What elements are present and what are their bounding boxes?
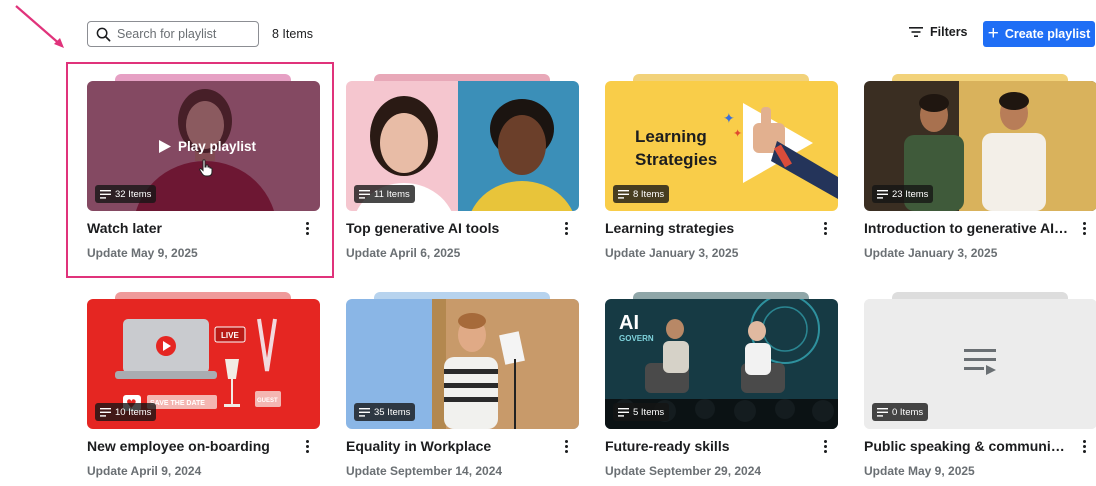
playlist-title[interactable]: New employee on-boarding [87,438,292,454]
svg-text:✦: ✦ [733,127,742,140]
playlist-card-learning-strategies[interactable]: Learning Strategies ✦ ✦ 8 Items Learning… [605,74,838,264]
playlist-date: Update September 14, 2024 [346,464,503,478]
playlist-title[interactable]: Public speaking & communicatio... [864,438,1069,454]
save-the-date-text: SAVE THE DATE [150,400,205,407]
playlist-date: Update September 29, 2024 [605,464,762,478]
create-playlist-button[interactable]: + Create playlist [983,21,1095,47]
items-count: 35 Items [374,406,411,418]
items-badge: 10 Items [95,403,157,421]
items-count: 23 Items [892,188,929,200]
playlist-thumbnail: 11 Items [346,81,579,211]
playlist-date: Update January 3, 2025 [605,246,739,260]
playlist-thumbnail: Learning Strategies ✦ ✦ 8 Items [605,81,838,211]
playlist-thumbnail: AI GOVERN 5 Items [605,299,838,429]
highlight-box [66,62,334,278]
playlist-card-generative-ai-tools[interactable]: 11 Items Top generative AI tools Update … [346,74,579,264]
ai-text: AI [619,312,639,334]
items-count: 5 Items [633,406,665,418]
playlist-title[interactable]: Learning strategies [605,220,810,236]
items-badge: 0 Items [872,403,929,421]
playlist-card-intro-generative-ai[interactable]: 23 Items Introduction to generative AI: … [864,74,1096,264]
strategies-text: Strategies [635,150,717,169]
items-count: 8 Items [633,188,665,200]
playlist-title[interactable]: Introduction to generative AI: U... [864,220,1069,236]
playlist-title[interactable]: Future-ready skills [605,438,810,454]
playlist-thumbnail: 35 Items [346,299,579,429]
create-playlist-label: Create playlist [1004,27,1091,41]
playlist-date: Update April 9, 2024 [87,464,202,478]
svg-text:✦: ✦ [723,111,735,127]
playlist-date: Update January 3, 2025 [864,246,998,260]
playlist-icon [877,407,888,417]
playlist-card-equality-in-workplace[interactable]: 35 Items Equality in Workplace Update Se… [346,292,579,482]
more-options-icon[interactable] [1077,436,1091,456]
items-badge: 23 Items [872,185,934,203]
playlist-icon [618,189,629,199]
playlist-icon [877,189,888,199]
more-options-icon[interactable] [1077,218,1091,238]
playlist-date: Update April 6, 2025 [346,246,461,260]
more-options-icon[interactable] [559,218,573,238]
items-badge: 8 Items [613,185,670,203]
playlist-thumbnail: 23 Items [864,81,1096,211]
search-input[interactable] [117,27,255,41]
playlist-date: Update May 9, 2025 [864,464,975,478]
playlist-icon [359,407,370,417]
live-text: LIVE [221,331,239,340]
govern-text: GOVERN [619,334,654,343]
items-badge: 5 Items [613,403,670,421]
items-badge: 35 Items [354,403,416,421]
playlist-icon [100,407,111,417]
search-icon [96,27,111,41]
items-badge: 11 Items [354,185,415,203]
playlist-thumbnail: 0 Items [864,299,1096,429]
items-count: 10 Items [115,406,152,418]
playlist-icon [359,189,370,199]
playlist-icon [618,407,629,417]
items-count: 11 Items [374,188,410,200]
filters-button[interactable]: Filters [909,25,968,39]
search-box[interactable] [87,21,259,47]
more-options-icon[interactable] [818,218,832,238]
playlist-card-future-ready-skills[interactable]: AI GOVERN 5 Items Future-ready skills Up… [605,292,838,482]
filter-icon [909,27,923,37]
filters-label: Filters [930,25,968,39]
more-options-icon[interactable] [818,436,832,456]
plus-icon: + [987,22,999,44]
playlist-title[interactable]: Equality in Workplace [346,438,551,454]
playlist-card-employee-onboarding[interactable]: LIVE GUEST SAVE THE DATE ♥ 10 Items New … [87,292,320,482]
item-count: 8 Items [272,27,313,41]
items-count: 0 Items [892,406,924,418]
more-options-icon[interactable] [300,436,314,456]
guest-text: GUEST [257,398,278,404]
playlist-thumbnail: LIVE GUEST SAVE THE DATE ♥ 10 Items [87,299,320,429]
playlist-title[interactable]: Top generative AI tools [346,220,551,236]
playlist-card-public-speaking[interactable]: 0 Items Public speaking & communicatio..… [864,292,1096,482]
more-options-icon[interactable] [559,436,573,456]
learning-text: Learning [635,127,707,146]
annotation-arrow [15,5,64,48]
